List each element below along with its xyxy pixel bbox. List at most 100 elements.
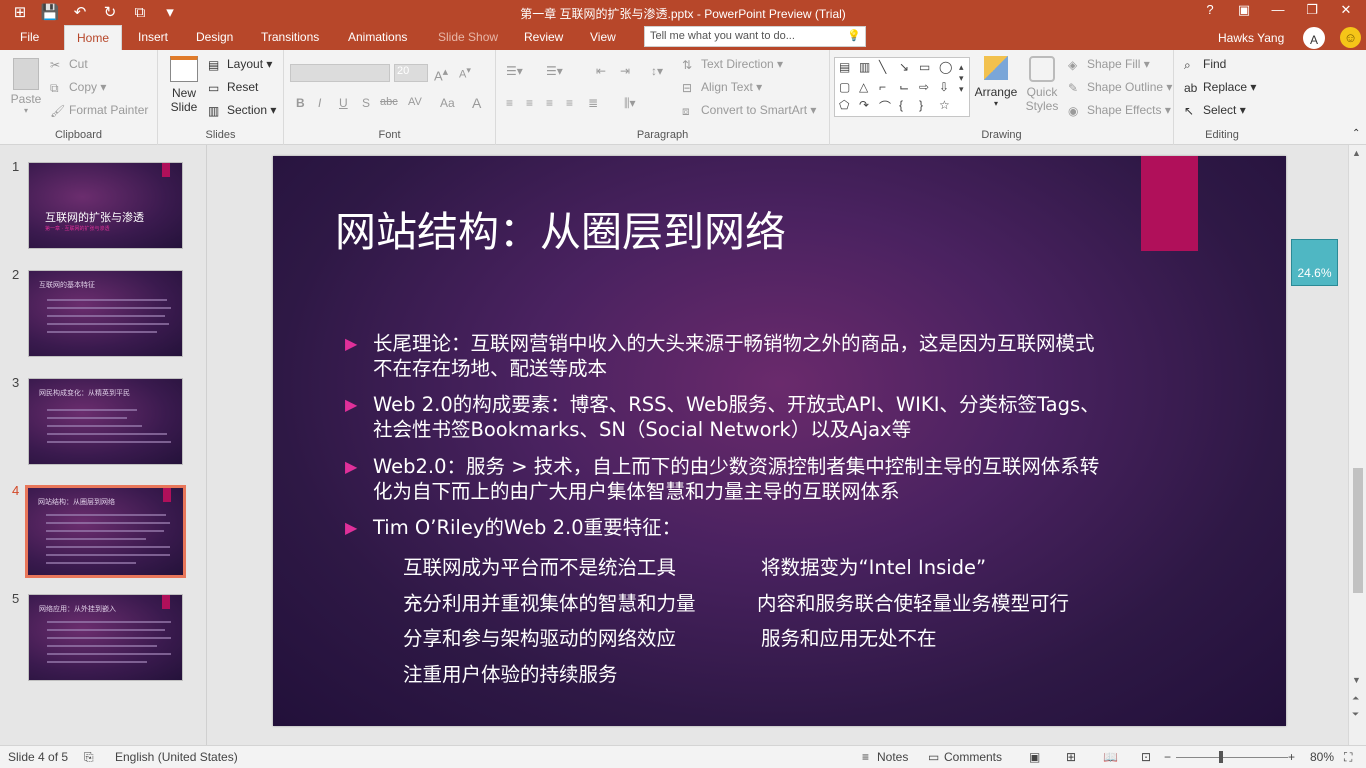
right-arrow-shape-icon[interactable]: ⇨ xyxy=(919,80,929,94)
zoom-out-icon[interactable]: − xyxy=(1164,750,1171,764)
normal-view-icon[interactable]: ▣ xyxy=(1029,750,1040,764)
slideshow-view-icon[interactable]: ⊡ xyxy=(1141,750,1151,764)
thumbnail-slide-3[interactable]: 网民构成变化：从精英到平民 xyxy=(28,378,183,465)
bold-button[interactable]: B xyxy=(296,96,305,110)
user-name[interactable]: Hawks Yang xyxy=(1218,31,1284,45)
slide-thumbnail-pane[interactable]: 1 互联网的扩张与渗透 第一章 · 互联网的扩张与渗透 2 互联网的基本特征 3… xyxy=(0,145,207,745)
freeform-shape-icon[interactable]: ⬠ xyxy=(839,98,849,112)
arrow-shape-icon[interactable]: ↘ xyxy=(899,60,909,74)
shadow-button[interactable]: S xyxy=(362,96,370,110)
thumbnail-slide-4[interactable]: 网站结构：从圈层到网络 xyxy=(25,485,186,578)
collapse-ribbon-icon[interactable]: ⌃ xyxy=(1352,128,1360,139)
brace-right-shape-icon[interactable]: } xyxy=(919,98,923,112)
justify-icon[interactable]: ≡ xyxy=(566,96,573,110)
shape-effects-button[interactable]: ◉ Shape Effects ▾ xyxy=(1068,103,1171,118)
thumbnail-slide-2[interactable]: 互联网的基本特征 xyxy=(28,270,183,357)
tab-review[interactable]: Review xyxy=(512,25,575,50)
section-button[interactable]: ▥ Section ▾ xyxy=(208,103,276,118)
scrollbar-thumb[interactable] xyxy=(1353,468,1363,593)
increase-indent-icon[interactable]: ⇥ xyxy=(620,64,630,78)
arc-shape-icon[interactable]: ⌒ xyxy=(879,98,891,115)
font-size-combo[interactable]: 20 xyxy=(394,64,428,82)
prev-slide-icon[interactable]: ⏶ xyxy=(1352,693,1359,704)
triangle-shape-icon[interactable]: △ xyxy=(859,80,868,94)
italic-button[interactable]: I xyxy=(318,96,321,110)
align-left-icon[interactable]: ≡ xyxy=(506,96,513,110)
current-slide[interactable]: 网站结构：从圈层到网络 ▶ 长尾理论：互联网营销中收入的大头来源于畅销物之外的商品… xyxy=(273,156,1286,726)
tab-home[interactable]: Home xyxy=(64,25,123,50)
strikethrough-button[interactable]: abc xyxy=(380,96,398,108)
char-spacing-button[interactable]: AV xyxy=(408,96,422,108)
slide-title[interactable]: 网站结构：从圈层到网络 xyxy=(335,198,786,258)
columns-icon[interactable]: ⫼▾ xyxy=(624,96,636,111)
align-right-icon[interactable]: ≡ xyxy=(546,96,553,110)
scroll-up-icon[interactable]: ▲ xyxy=(1352,148,1361,158)
align-center-icon[interactable]: ≡ xyxy=(526,96,533,110)
tab-animations[interactable]: Animations xyxy=(336,25,419,50)
copy-button[interactable]: ⧉ Copy ▾ xyxy=(50,80,106,95)
feature-item[interactable]: 服务和应用无处不在 xyxy=(761,622,937,651)
arrange-button[interactable]: Arrange ▾ xyxy=(974,56,1018,108)
format-painter-button[interactable]: 🖌 Format Painter xyxy=(50,103,148,118)
new-slide-button[interactable]: New Slide xyxy=(164,56,204,114)
slide-bullet[interactable]: ▶ Tim O’Riley的Web 2.0重要特征： xyxy=(345,515,1105,540)
feature-item[interactable]: 充分利用并重视集体的智慧和力量 xyxy=(403,587,696,616)
ribbon-display-icon[interactable]: ▣ xyxy=(1232,2,1256,18)
change-case-button[interactable]: Aa xyxy=(440,96,455,110)
rectangle-shape-icon[interactable]: ▭ xyxy=(919,60,930,74)
vtextbox-shape-icon[interactable]: ▥ xyxy=(859,60,870,74)
line-spacing-icon[interactable]: ↕▾ xyxy=(651,64,663,78)
scroll-down-icon[interactable]: ▼ xyxy=(1352,675,1361,685)
zoom-slider-handle[interactable] xyxy=(1219,751,1223,763)
tell-me-input[interactable]: Tell me what you want to do... 💡 xyxy=(644,26,866,47)
feature-item[interactable]: 内容和服务联合使轻量业务模型可行 xyxy=(757,587,1069,616)
smartart-button[interactable]: ⧈ Convert to SmartArt ▾ xyxy=(682,103,816,118)
restore-icon[interactable]: ❐ xyxy=(1300,2,1324,18)
elbow-shape-icon[interactable]: ⌙ xyxy=(899,80,909,94)
slide-sorter-icon[interactable]: ⊞ xyxy=(1066,750,1076,764)
feature-item[interactable]: 将数据变为“Intel Inside” xyxy=(761,551,986,580)
font-color-button[interactable]: A xyxy=(472,95,481,111)
reset-button[interactable]: ▭ Reset xyxy=(208,80,258,95)
line-shape-icon[interactable]: ╲ xyxy=(879,60,886,74)
tab-file[interactable]: File xyxy=(8,25,51,50)
tab-slide-show[interactable]: Slide Show xyxy=(426,25,510,50)
feature-item[interactable]: 分享和参与架构驱动的网络效应 xyxy=(403,622,676,651)
spellcheck-icon[interactable]: ⎘ xyxy=(84,750,94,765)
shapes-gallery[interactable]: ▤ ▥ ╲ ↘ ▭ ◯ ▢ △ ⌐ ⌙ ⇨ ⇩ ⬠ ↷ ⌒ { } ☆ ▴ ▾ ▾ xyxy=(834,57,970,117)
vertical-scrollbar[interactable]: ▲ ▼ ⏶ ⏷ xyxy=(1348,145,1366,745)
gallery-more-icon[interactable]: ▴ ▾ ▾ xyxy=(959,62,964,95)
cut-button[interactable]: ✂ Cut xyxy=(50,57,88,72)
feedback-smiley-icon[interactable]: ☺ xyxy=(1340,27,1361,48)
find-button[interactable]: ⌕ Find xyxy=(1184,57,1226,72)
tab-design[interactable]: Design xyxy=(184,25,245,50)
select-button[interactable]: ↖ Select ▾ xyxy=(1184,103,1246,118)
zoom-slider[interactable] xyxy=(1176,757,1288,758)
tab-view[interactable]: View xyxy=(578,25,628,50)
down-arrow-shape-icon[interactable]: ⇩ xyxy=(939,80,949,94)
tab-transitions[interactable]: Transitions xyxy=(249,25,331,50)
rounded-rect-shape-icon[interactable]: ▢ xyxy=(839,80,850,94)
thumbnail-slide-5[interactable]: 网络应用：从外挂到嵌入 xyxy=(28,594,183,681)
notes-button[interactable]: Notes xyxy=(877,750,908,764)
textbox-shape-icon[interactable]: ▤ xyxy=(839,60,850,74)
tab-insert[interactable]: Insert xyxy=(126,25,180,50)
close-icon[interactable]: ✕ xyxy=(1334,2,1358,18)
next-slide-icon[interactable]: ⏷ xyxy=(1352,709,1359,720)
avatar[interactable]: A xyxy=(1303,27,1325,49)
reading-view-icon[interactable]: 📖 xyxy=(1103,750,1118,764)
grow-font-icon[interactable]: A▴ xyxy=(434,65,448,83)
replace-button[interactable]: ab Replace ▾ xyxy=(1184,80,1256,95)
thumbnail-slide-1[interactable]: 互联网的扩张与渗透 第一章 · 互联网的扩张与渗透 xyxy=(28,162,183,249)
numbering-icon[interactable]: ☰▾ xyxy=(546,64,563,78)
shape-outline-button[interactable]: ✎ Shape Outline ▾ xyxy=(1068,80,1172,95)
oval-shape-icon[interactable]: ◯ xyxy=(939,60,952,74)
zoom-level[interactable]: 80% xyxy=(1310,750,1334,764)
distributed-icon[interactable]: ≣ xyxy=(588,96,598,110)
quick-styles-button[interactable]: Quick Styles xyxy=(1020,56,1064,113)
decrease-indent-icon[interactable]: ⇤ xyxy=(596,64,606,78)
connector-shape-icon[interactable]: ⌐ xyxy=(879,80,886,94)
layout-button[interactable]: ▤ Layout ▾ xyxy=(208,57,272,72)
shrink-font-icon[interactable]: A▾ xyxy=(459,65,471,81)
curve-shape-icon[interactable]: ↷ xyxy=(859,98,869,112)
